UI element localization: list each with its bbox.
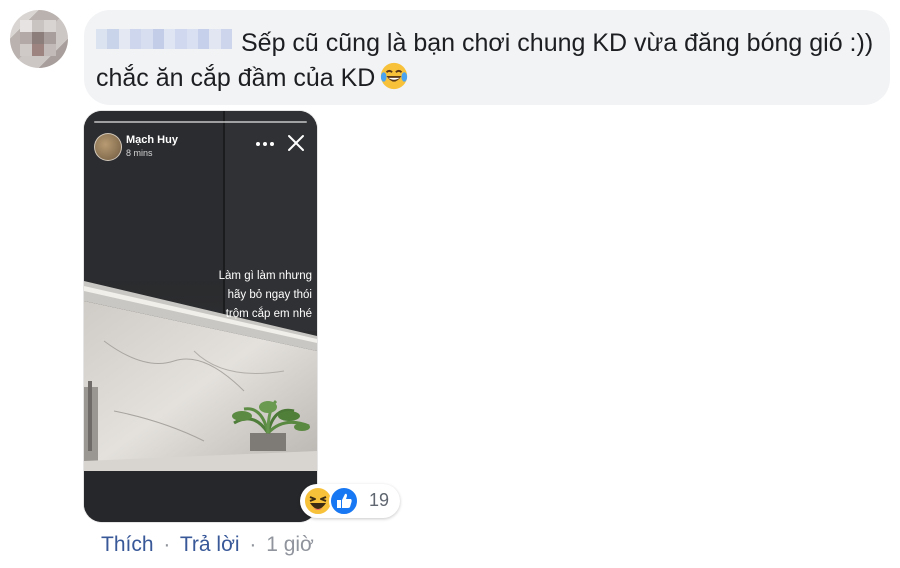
story-caption: Làm gì làm nhưng hãy bỏ ngay thói trộm c… bbox=[180, 267, 312, 324]
comment-time[interactable]: 1 giờ bbox=[266, 533, 314, 556]
story-time: 8 mins bbox=[126, 148, 153, 158]
comment-actions: Thích · Trả lời · 1 giờ bbox=[101, 533, 314, 557]
more-dots-icon[interactable] bbox=[254, 136, 276, 152]
reply-link[interactable]: Trả lời bbox=[180, 533, 240, 556]
commenter-avatar[interactable] bbox=[10, 10, 68, 68]
story-caption-line: trộm cắp em nhé bbox=[225, 308, 312, 320]
story-author-avatar[interactable] bbox=[94, 133, 122, 161]
like-reaction-icon bbox=[329, 486, 359, 516]
like-link[interactable]: Thích bbox=[101, 533, 154, 556]
story-progress-bar bbox=[94, 121, 307, 123]
close-icon[interactable] bbox=[286, 133, 306, 153]
story-caption-line: Làm gì làm nhưng bbox=[218, 270, 312, 282]
comment-bubble: Sếp cũ cũng là bạn chơi chung KD vừa đăn… bbox=[84, 10, 890, 105]
tears-of-joy-emoji-icon bbox=[381, 62, 408, 90]
separator: · bbox=[249, 533, 257, 556]
comment-screenshot: Sếp cũ cũng là bạn chơi chung KD vừa đăn… bbox=[0, 0, 900, 568]
comment-text: Sếp cũ cũng là bạn chơi chung KD vừa đăn… bbox=[96, 26, 876, 96]
reaction-summary[interactable]: 19 bbox=[300, 484, 400, 518]
story-author-name[interactable]: Mạch Huy bbox=[126, 134, 178, 146]
comment-body: Sếp cũ cũng là bạn chơi chung KD vừa đăn… bbox=[96, 29, 874, 92]
story-screenshot[interactable]: Mạch Huy 8 mins Làm gì làm nhưng hãy bỏ … bbox=[84, 111, 317, 522]
separator: · bbox=[163, 533, 171, 556]
story-caption-line: hãy bỏ ngay thói bbox=[227, 289, 312, 301]
reaction-count: 19 bbox=[369, 490, 390, 510]
